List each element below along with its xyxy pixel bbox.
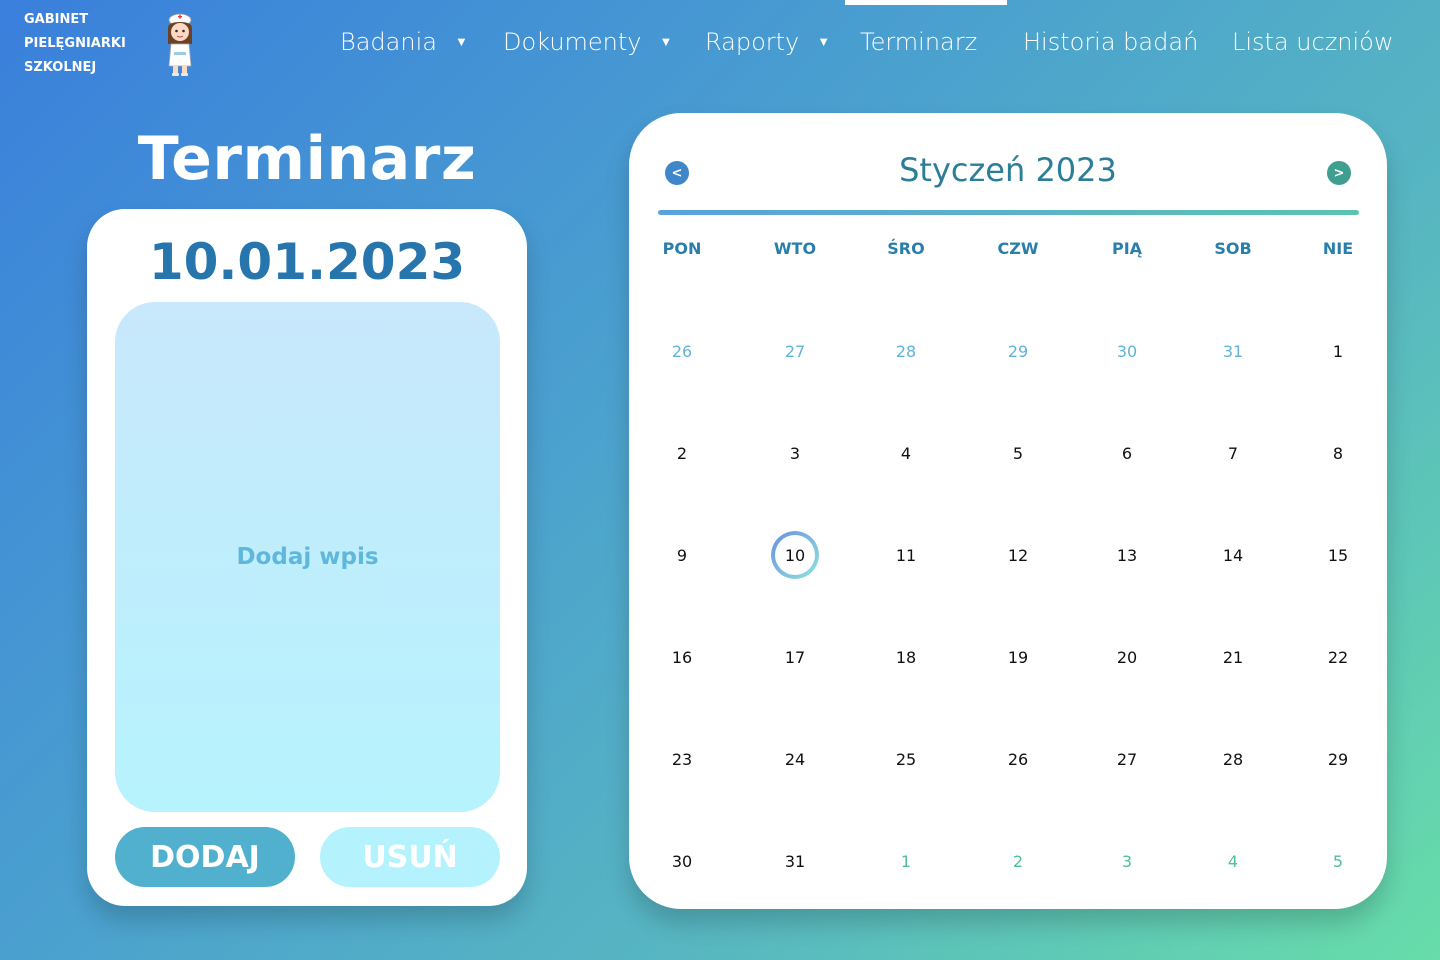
agenda-entry-area[interactable]: Dodaj wpis [115,302,500,812]
calendar-day[interactable]: 30 [658,837,706,885]
calendar-divider [658,210,1359,215]
chevron-right-icon[interactable]: > [1327,161,1351,185]
nav-item-label: Lista uczniów [1232,28,1394,56]
nav-active-indicator [845,0,1007,5]
nav-item-label: Historia badań [1023,28,1199,56]
nurse-icon [168,13,192,76]
weekday-header: PON [662,239,702,258]
calendar-day[interactable]: 26 [658,327,706,375]
nav-item-lista-uczniow[interactable]: Lista uczniów [1232,22,1393,62]
calendar-day[interactable]: 9 [658,531,706,579]
entry-placeholder: Dodaj wpis [236,544,379,570]
calendar-day[interactable]: 14 [1209,531,1257,579]
calendar-day[interactable]: 31 [1209,327,1257,375]
calendar-day[interactable]: 16 [658,633,706,681]
calendar-day[interactable]: 5 [1314,837,1362,885]
calendar-day[interactable]: 21 [1209,633,1257,681]
calendar-month-title: Styczeń 2023 [899,151,1117,189]
calendar-day[interactable]: 7 [1209,429,1257,477]
weekday-header: ŚRO [887,239,925,258]
caret-down-icon: ▼ [817,35,831,50]
calendar-day[interactable]: 1 [882,837,930,885]
nav-item-dokumenty[interactable]: Dokumenty ▼ [503,22,672,62]
calendar-day[interactable]: 12 [994,531,1042,579]
calendar-day[interactable]: 25 [882,735,930,783]
calendar-day[interactable]: 13 [1103,531,1151,579]
calendar-day[interactable]: 24 [771,735,819,783]
weekday-header: CZW [997,239,1039,258]
calendar-day[interactable]: 8 [1314,429,1362,477]
calendar-day[interactable]: 23 [658,735,706,783]
nav-item-badania[interactable]: Badania ▼ [340,22,468,62]
calendar-day[interactable]: 29 [1314,735,1362,783]
calendar-day[interactable]: 29 [994,327,1042,375]
brand-line-3: SZKOLNEJ [24,60,97,75]
calendar-day[interactable]: 22 [1314,633,1362,681]
nav-item-label: Badania [340,28,437,56]
nav-item-label: Dokumenty [503,28,642,56]
calendar-day[interactable]: 1 [1314,327,1362,375]
calendar-day[interactable]: 31 [771,837,819,885]
calendar-day[interactable]: 11 [882,531,930,579]
caret-down-icon: ▼ [659,35,673,50]
add-entry-button[interactable]: DODAJ [115,827,295,887]
weekday-header: NIE [1322,239,1354,258]
brand-line-2: PIELĘGNIARKI [24,36,126,51]
calendar-day[interactable]: 4 [882,429,930,477]
brand-line-1: GABINET [24,12,89,27]
weekday-header: WTO [773,239,817,258]
calendar-day[interactable]: 28 [882,327,930,375]
calendar: < Styczeń 2023 > PON WTO ŚRO CZW PIĄ SOB NIE 26… [629,113,1387,909]
nav-item-label: Raporty [705,28,800,56]
calendar-day[interactable]: 3 [771,429,819,477]
calendar-day[interactable]: 6 [1103,429,1151,477]
calendar-day[interactable]: 3 [1103,837,1151,885]
calendar-day[interactable]: 27 [771,327,819,375]
nav-item-label: Terminarz [860,28,978,56]
calendar-day[interactable]: 26 [994,735,1042,783]
calendar-day[interactable]: 2 [994,837,1042,885]
delete-entry-button[interactable]: USUŃ [320,827,500,887]
calendar-day[interactable]: 19 [994,633,1042,681]
calendar-day[interactable]: 17 [771,633,819,681]
page-title: Terminarz [137,124,477,194]
weekday-header: SOB [1214,239,1252,258]
calendar-day[interactable]: 27 [1103,735,1151,783]
calendar-day[interactable]: 2 [658,429,706,477]
brand[interactable]: GABINET PIELĘGNIARKI SZKOLNEJ [24,8,192,80]
calendar-day[interactable]: 30 [1103,327,1151,375]
weekday-header: PIĄ [1111,239,1143,258]
nav-item-historia-badan[interactable]: Historia badań [1023,22,1198,62]
nav-item-terminarz[interactable]: Terminarz [860,22,977,62]
calendar-day[interactable]: 5 [994,429,1042,477]
nav-item-raporty[interactable]: Raporty ▼ [705,22,830,62]
calendar-day[interactable]: 28 [1209,735,1257,783]
calendar-day[interactable]: 18 [882,633,930,681]
caret-down-icon: ▼ [454,35,468,50]
calendar-day[interactable]: 20 [1103,633,1151,681]
calendar-day[interactable]: 4 [1209,837,1257,885]
agenda-card: 10.01.2023 Dodaj wpis DODAJ USUŃ [87,209,527,906]
calendar-day[interactable]: 15 [1314,531,1362,579]
brand-name: GABINET PIELĘGNIARKI SZKOLNEJ [24,8,154,80]
calendar-day-selected[interactable]: 10 [771,531,819,579]
selected-date: 10.01.2023 [148,233,466,291]
